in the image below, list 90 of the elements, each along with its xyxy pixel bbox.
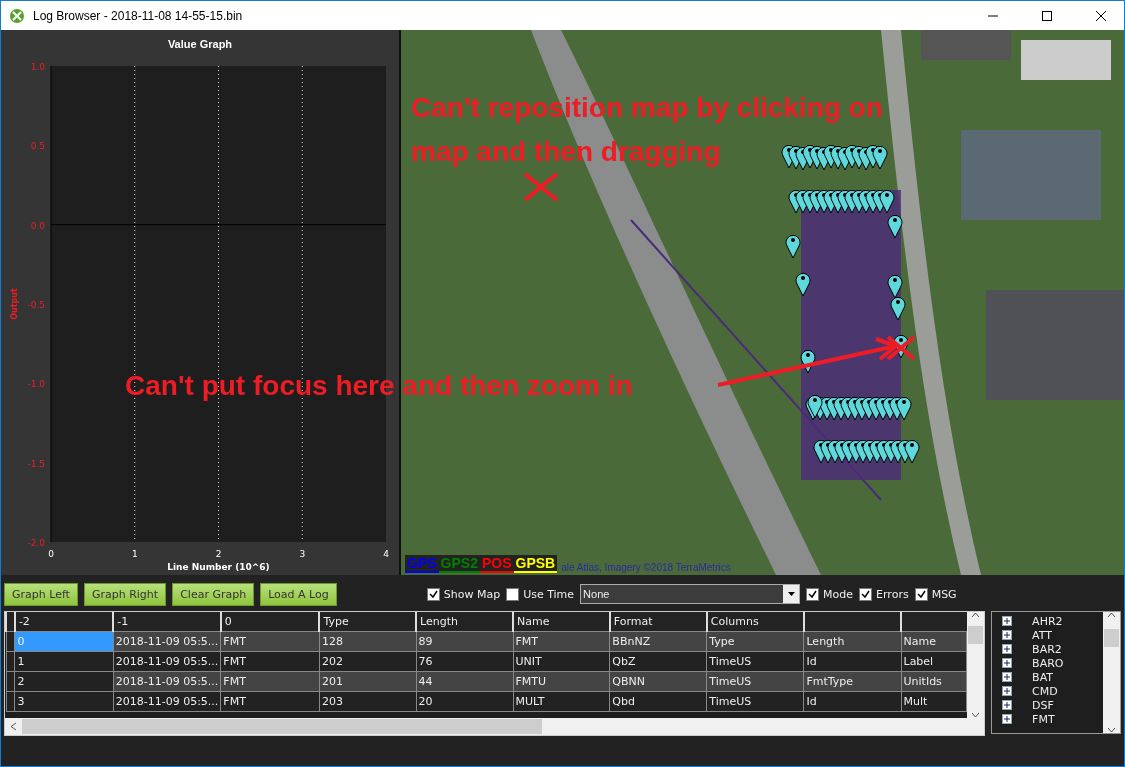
tree-item[interactable]: BAR2: [1002, 642, 1103, 656]
table-cell: Length: [803, 631, 901, 652]
tree-item[interactable]: BARO: [1002, 656, 1103, 670]
checkbox[interactable]: Errors: [859, 587, 909, 601]
y-tick-label: 0.0: [30, 220, 45, 231]
table-cell: Name: [901, 631, 967, 652]
toolbar-button[interactable]: Clear Graph: [172, 582, 255, 606]
column-header[interactable]: Format: [609, 612, 707, 632]
column-header[interactable]: [803, 612, 901, 632]
y-tick-label: -2.0: [27, 538, 45, 548]
scrollbar-thumb[interactable]: [968, 626, 984, 644]
y-tick-label: -1.0: [27, 379, 45, 390]
y-tick-label: 1.0: [30, 62, 45, 72]
tree-item[interactable]: BAT: [1002, 670, 1103, 684]
x-tick-label: 4: [383, 549, 389, 559]
scrollbar-thumb[interactable]: [1104, 628, 1119, 647]
expand-icon[interactable]: [1002, 630, 1013, 640]
expand-icon[interactable]: [1002, 672, 1013, 682]
y-tick-label: -0.5: [27, 300, 45, 310]
caret-icon: [787, 592, 795, 596]
tree-item[interactable]: CMD: [1002, 684, 1103, 698]
vertical-scrollbar[interactable]: [1103, 612, 1120, 733]
y-tick-label: -1.5: [27, 458, 45, 469]
table-cell: 128: [319, 631, 417, 652]
table-cell: Type: [706, 631, 804, 652]
checkmark-icon: [808, 589, 818, 599]
toolbar-button[interactable]: Graph Right: [83, 582, 167, 606]
column-header[interactable]: -1: [113, 612, 221, 632]
expand-icon[interactable]: [1002, 714, 1013, 724]
checkmark-icon: [428, 589, 438, 599]
annotation-note: Can't reposition map by clicking on map and then dragging: [411, 91, 884, 169]
row-header[interactable]: [6, 631, 15, 652]
column-header[interactable]: 0: [220, 612, 320, 632]
maximize-icon: [1042, 10, 1052, 21]
scroll-up-icon[interactable]: [1107, 612, 1116, 618]
x-tick-label: 0: [48, 549, 54, 559]
expand-icon[interactable]: [1002, 658, 1013, 668]
close-icon: [1096, 10, 1106, 21]
checkbox[interactable]: Use Time: [506, 587, 575, 601]
table-cell: 0: [14, 631, 114, 652]
tree-item[interactable]: FMT: [1002, 712, 1103, 726]
table-cell: 89: [416, 631, 513, 652]
tree-item[interactable]: DSF: [1002, 698, 1103, 712]
vertical-scrollbar[interactable]: [967, 612, 985, 718]
map-legend-label: POS: [479, 555, 514, 573]
scrollbar-thumb[interactable]: [22, 719, 542, 734]
table-cell: FMT: [513, 631, 610, 652]
checkbox[interactable]: Show Map: [426, 587, 501, 601]
expand-icon[interactable]: [1002, 644, 1013, 654]
scroll-down-icon[interactable]: [971, 712, 981, 718]
table-cell: FMT: [220, 631, 320, 652]
scroll-up-icon[interactable]: [971, 612, 981, 618]
expand-icon[interactable]: [1002, 700, 1013, 710]
map-legend-label: GPSB: [513, 555, 558, 573]
table-cell: BBnNZ: [609, 631, 707, 652]
column-header[interactable]: Length: [416, 612, 513, 632]
tree-item[interactable]: AHR2: [1002, 614, 1103, 628]
column-header[interactable]: Type: [319, 612, 417, 632]
table-cell: 2018-11-09 05:5...: [113, 631, 221, 652]
checkmark-icon: [861, 589, 871, 599]
column-header[interactable]: Name: [513, 612, 610, 632]
column-header[interactable]: -2: [14, 612, 114, 632]
map-attribution: ale Atlas, Imagery ©2018 TerraMetrics: [561, 562, 731, 573]
expand-icon[interactable]: [1002, 616, 1013, 626]
window-title: Log Browser - 2018-11-08 14-55-15.bin: [33, 8, 244, 23]
app-logo-icon: [9, 7, 25, 24]
checkbox[interactable]: MSG: [914, 587, 957, 601]
map-legend-label: GPS: [405, 555, 439, 573]
column-header[interactable]: Columns: [706, 612, 804, 632]
map-legend-label: GPS2: [438, 555, 480, 573]
dropdown[interactable]: None: [580, 584, 801, 604]
x-tick-label: 3: [299, 549, 306, 559]
checkmark-icon: [916, 589, 926, 599]
y-tick-label: 0.5: [30, 141, 45, 152]
cross-mark-icon: [522, 171, 560, 203]
graph-title: Value Graph: [166, 37, 234, 52]
toolbar-button[interactable]: Load A Log: [260, 582, 337, 606]
tree-item[interactable]: ATT: [1002, 628, 1103, 642]
expand-icon[interactable]: [1002, 686, 1013, 696]
x-tick-label: 2: [215, 549, 222, 559]
annotation-note: Can't put focus here and then zoom in: [125, 369, 633, 403]
row-header[interactable]: [6, 691, 15, 712]
checkbox[interactable]: Mode: [806, 587, 854, 601]
row-header[interactable]: [6, 671, 15, 692]
row-header[interactable]: [6, 651, 15, 672]
toolbar-button[interactable]: Graph Left: [4, 582, 78, 606]
x-tick-label: 1: [131, 549, 138, 559]
scroll-down-icon[interactable]: [1107, 727, 1116, 733]
x-axis-title: Line Number (10^6): [167, 562, 270, 572]
y-axis-title: Output: [10, 288, 19, 320]
